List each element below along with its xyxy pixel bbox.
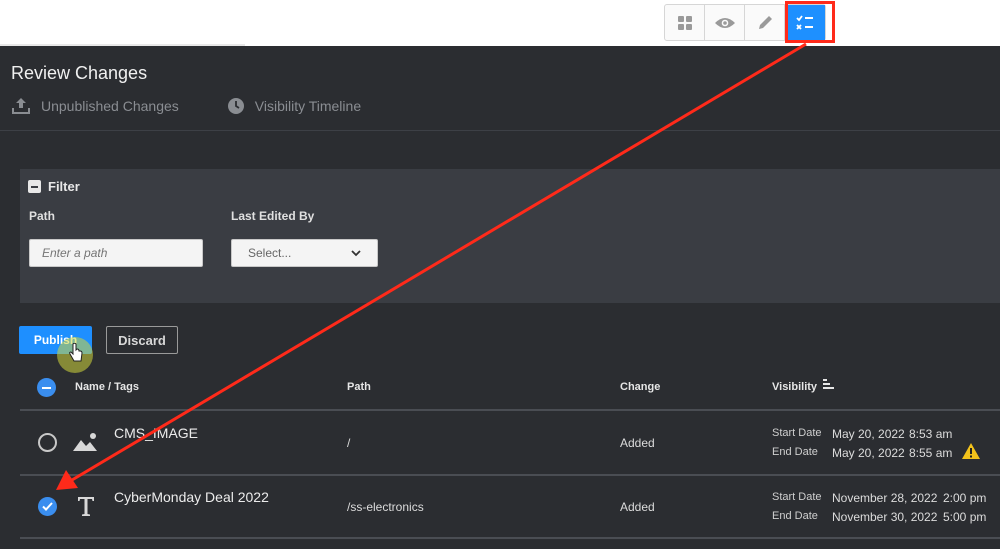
grid-view-button[interactable]	[665, 5, 705, 40]
select-value: Select...	[248, 246, 292, 260]
end-date-label: End Date	[772, 446, 818, 458]
start-date: May 20, 2022	[832, 427, 905, 441]
edit-button[interactable]	[745, 5, 785, 40]
upload-icon	[12, 98, 30, 114]
header-divider	[0, 130, 1000, 131]
path-input[interactable]	[29, 239, 203, 267]
end-time: 5:00 pm	[943, 510, 987, 524]
end-date-label: End Date	[772, 510, 818, 522]
text-icon	[78, 497, 94, 516]
top-bar	[0, 0, 1000, 46]
collapse-icon	[28, 180, 41, 193]
last-edited-by-select[interactable]: Select...	[231, 239, 378, 267]
column-header-path[interactable]: Path	[347, 381, 371, 393]
tab-label: Visibility Timeline	[254, 98, 362, 114]
item-change: Added	[620, 436, 655, 450]
item-path: /ss-electronics	[347, 500, 424, 514]
select-all-checkbox[interactable]	[37, 378, 56, 397]
tab-visibility-timeline[interactable]: Visibility Timeline	[227, 97, 361, 115]
last-edited-by-label: Last Edited By	[231, 209, 315, 223]
table-divider	[20, 474, 1000, 476]
column-header-visibility[interactable]: Visibility	[772, 381, 817, 393]
page-title: Review Changes	[11, 63, 148, 83]
start-time: 8:53 am	[909, 427, 953, 441]
clock-icon	[227, 98, 244, 114]
filter-title: Filter	[48, 179, 80, 194]
annotation-highlight-box	[785, 1, 835, 43]
start-time: 2:00 pm	[943, 491, 987, 505]
check-icon	[42, 502, 53, 511]
filter-panel: Filter Path Last Edited By Select...	[20, 169, 1000, 303]
tab-bar: Unpublished Changes Visibility Timeline	[11, 97, 361, 115]
column-header-change[interactable]: Change	[620, 381, 660, 393]
chevron-down-icon	[351, 249, 361, 256]
tab-label: Unpublished Changes	[41, 98, 179, 114]
row-select-radio[interactable]	[38, 497, 57, 516]
table-divider	[20, 537, 1000, 539]
item-path: /	[347, 436, 351, 450]
item-change: Added	[620, 500, 655, 514]
pointer-cursor-icon	[69, 343, 83, 362]
item-name[interactable]: CyberMonday Deal 2022	[114, 489, 269, 505]
eye-icon	[714, 17, 735, 28]
path-label: Path	[29, 209, 56, 223]
start-date-label: Start Date	[772, 427, 822, 439]
end-date: November 30, 2022	[832, 510, 938, 524]
filter-toggle[interactable]: Filter	[28, 179, 80, 194]
row-select-radio[interactable]	[38, 433, 57, 452]
discard-button[interactable]: Discard	[106, 326, 178, 354]
end-date: May 20, 2022	[832, 446, 905, 460]
image-icon	[73, 433, 97, 451]
table-divider	[20, 409, 1000, 411]
tab-unpublished-changes[interactable]: Unpublished Changes	[11, 97, 179, 115]
preview-button[interactable]	[705, 5, 745, 40]
end-time: 8:55 am	[909, 446, 953, 460]
start-date-label: Start Date	[772, 491, 822, 503]
sort-icon[interactable]	[823, 379, 835, 391]
grid-icon	[677, 15, 692, 30]
column-header-name[interactable]: Name / Tags	[75, 381, 139, 393]
start-date: November 28, 2022	[832, 491, 938, 505]
top-bar-edge	[0, 44, 245, 46]
warning-icon[interactable]	[961, 442, 981, 460]
item-name[interactable]: CMS_IMAGE	[114, 425, 198, 441]
pencil-icon	[758, 15, 772, 29]
